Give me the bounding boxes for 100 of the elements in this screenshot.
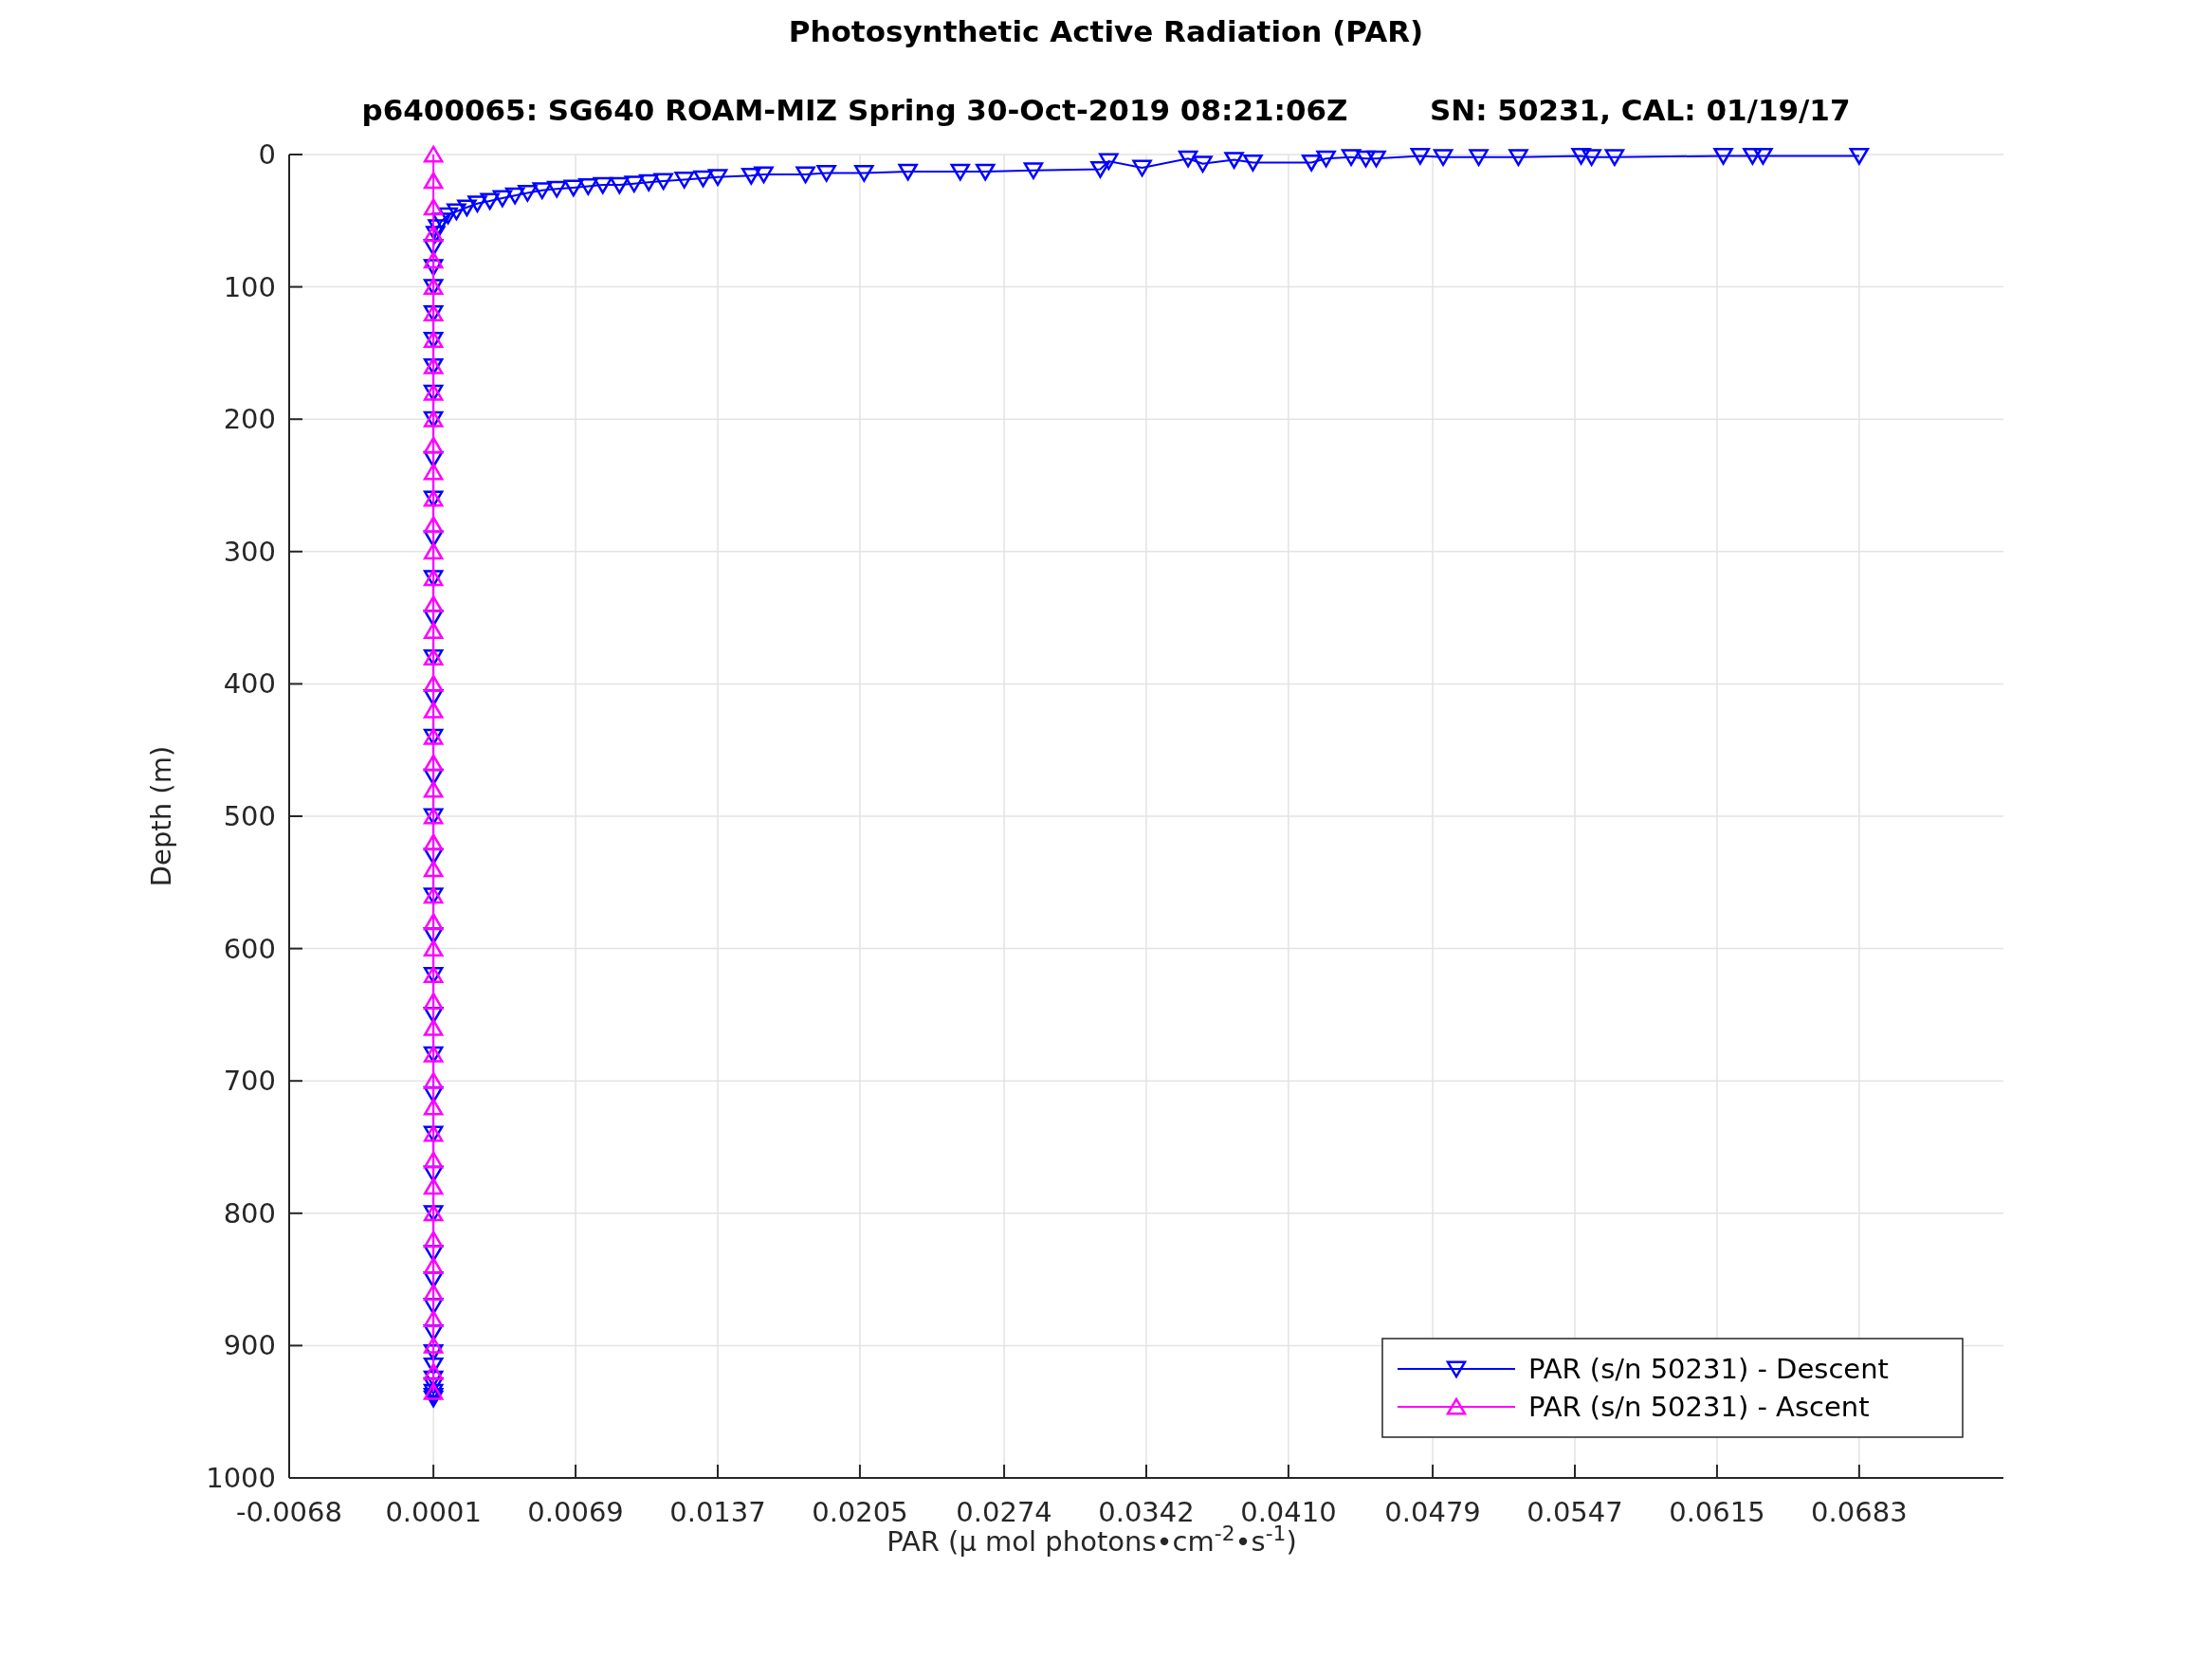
triangle-marker <box>673 172 695 191</box>
triangle-marker <box>422 1308 445 1327</box>
y-tick-label: 0 <box>258 138 276 171</box>
x-tick-label: 0.0479 <box>1384 1496 1481 1528</box>
y-tick-label: 600 <box>223 932 276 965</box>
y-tick-label: 800 <box>223 1196 276 1230</box>
triangle-marker <box>491 190 514 209</box>
triangle-marker <box>422 991 445 1010</box>
triangle-marker <box>609 176 631 195</box>
y-tick-label: 700 <box>223 1065 276 1098</box>
triangle-marker <box>1098 153 1120 172</box>
triangle-marker <box>422 1361 445 1380</box>
triangle-marker <box>422 832 445 851</box>
triangle-marker <box>422 1357 445 1376</box>
triangle-marker <box>1355 150 1377 169</box>
triangle-marker <box>422 939 445 957</box>
triangle-marker <box>422 912 445 931</box>
triangle-marker <box>1089 160 1111 179</box>
triangle-marker <box>1468 149 1490 168</box>
triangle-marker <box>466 195 488 214</box>
triangle-marker <box>975 163 996 182</box>
triangle-marker <box>422 1283 445 1301</box>
x-tick-label: 0.0547 <box>1526 1496 1623 1528</box>
triangle-marker <box>517 185 539 204</box>
x-tick-label: 0.0001 <box>385 1496 482 1528</box>
x-tick-label: 0.0205 <box>812 1496 908 1528</box>
triangle-marker <box>422 700 445 719</box>
triangle-marker <box>949 163 971 182</box>
triangle-marker <box>897 163 919 182</box>
triangle-marker <box>740 167 762 186</box>
triangle-marker <box>1315 150 1337 169</box>
triangle-marker <box>692 170 714 189</box>
triangle-marker <box>1022 162 1045 181</box>
triangle-marker <box>479 192 501 211</box>
triangle-marker <box>422 1230 445 1249</box>
triangle-marker <box>531 182 553 201</box>
triangle-marker <box>1508 149 1529 168</box>
y-tick-label: 900 <box>223 1329 276 1362</box>
triangle-marker <box>422 1070 445 1089</box>
triangle-marker <box>1742 147 1764 166</box>
chart-title: Photosynthetic Active Radiation (PAR) <box>788 13 1424 50</box>
triangle-marker <box>1177 150 1199 169</box>
triangle-marker <box>422 1343 445 1362</box>
triangle-marker <box>437 207 459 226</box>
triangle-marker <box>422 144 445 163</box>
triangle-marker <box>638 173 660 192</box>
triangle-marker <box>1192 155 1214 174</box>
triangle-marker <box>652 173 674 191</box>
x-tick-label: 0.0274 <box>956 1496 1052 1528</box>
triangle-marker <box>422 197 445 216</box>
y-tick-label: 400 <box>223 667 276 701</box>
triangle-marker <box>422 1150 445 1169</box>
triangle-marker <box>422 462 445 481</box>
triangle-marker <box>1752 147 1774 166</box>
triangle-marker <box>1340 149 1362 168</box>
triangle-marker <box>422 673 445 692</box>
triangle-marker <box>422 1335 445 1354</box>
triangle-marker <box>422 435 445 454</box>
x-tick-label: 0.0683 <box>1811 1496 1908 1528</box>
triangle-marker <box>422 515 445 534</box>
triangle-marker <box>1848 147 1871 166</box>
y-tick-label: 100 <box>223 270 276 303</box>
triangle-marker <box>1365 150 1387 169</box>
y-tick-label: 500 <box>223 800 276 832</box>
triangle-marker <box>795 166 816 185</box>
triangle-marker <box>1409 147 1432 166</box>
triangle-marker <box>853 165 875 184</box>
triangle-marker <box>427 219 448 238</box>
y-tick-label: 300 <box>223 535 276 568</box>
x-tick-label: 0.0069 <box>527 1496 624 1528</box>
y-tick-label: 1000 <box>206 1462 276 1494</box>
triangle-marker <box>1301 154 1323 173</box>
triangle-marker <box>1712 147 1734 166</box>
triangle-marker <box>422 594 445 613</box>
triangle-marker <box>1223 152 1245 171</box>
triangle-marker <box>1603 149 1626 168</box>
triangle-marker <box>422 1097 445 1116</box>
x-tick-label: 0.0615 <box>1669 1496 1765 1528</box>
triangle-marker <box>422 753 445 772</box>
legend-label: PAR (s/n 50231) - Ascent <box>1528 1391 1870 1423</box>
chart-subtitle: p6400065: SG640 ROAM-MIZ Spring 30-Oct-2019 08:21:06Z SN: 50231, CAL: 01/19/17 <box>361 91 1851 129</box>
triangle-marker <box>815 165 837 184</box>
triangle-marker <box>503 187 526 206</box>
triangle-marker <box>562 179 585 198</box>
x-tick-label: 0.0137 <box>669 1496 766 1528</box>
triangle-marker <box>422 250 445 269</box>
x-tick-label: -0.0068 <box>236 1496 342 1528</box>
triangle-marker <box>1570 147 1592 166</box>
triangle-marker <box>623 175 645 194</box>
triangle-marker <box>422 1176 445 1195</box>
triangle-marker <box>706 169 729 188</box>
legend-label: PAR (s/n 50231) - Descent <box>1528 1353 1889 1385</box>
triangle-marker <box>422 171 445 190</box>
triangle-marker <box>422 259 445 278</box>
triangle-marker <box>1131 159 1153 178</box>
triangle-marker <box>753 166 775 185</box>
triangle-marker <box>422 859 445 878</box>
triangle-marker <box>422 1017 445 1036</box>
x-tick-label: 0.0342 <box>1098 1496 1195 1528</box>
triangle-marker <box>577 178 599 197</box>
